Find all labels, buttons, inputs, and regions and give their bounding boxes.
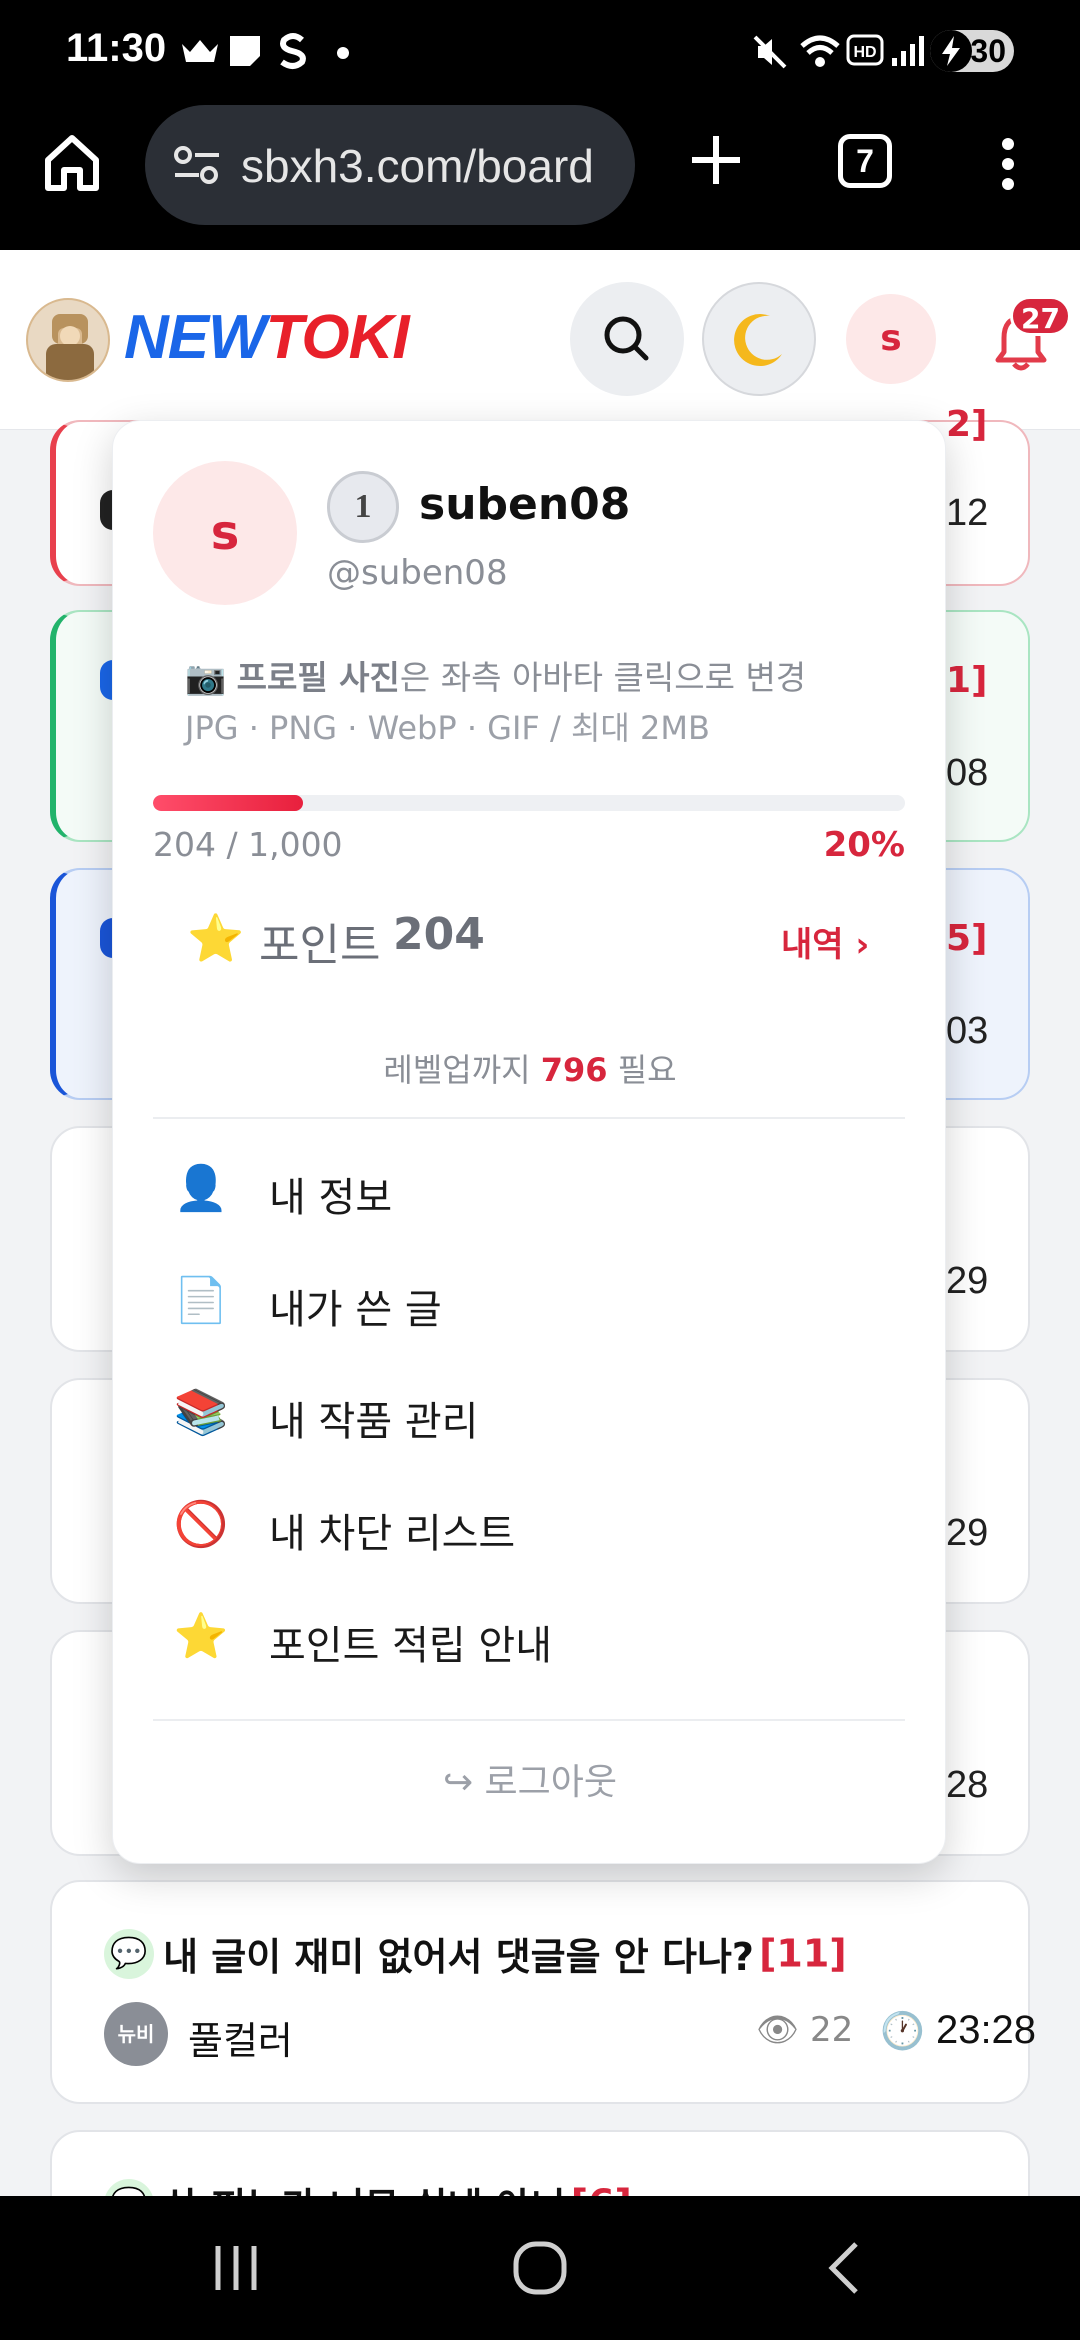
view-count: 👁 22: [756, 2010, 854, 2050]
progress-text: 204 / 1,000: [153, 825, 343, 864]
points-value: 204: [393, 909, 485, 960]
new-tab-icon[interactable]: [688, 132, 744, 188]
home-icon[interactable]: [40, 130, 104, 194]
menu-item-label: 내가 쓴 글: [269, 1287, 442, 1333]
hd-icon: HD: [846, 34, 884, 66]
level-progress-bar: [153, 795, 905, 811]
comment-count: [11]: [759, 1931, 847, 1976]
clock-icon: 🕐: [880, 2010, 925, 2051]
note-icon: [230, 36, 260, 66]
dark-mode-toggle[interactable]: [702, 282, 816, 396]
comment-count-peek: 2]: [946, 404, 988, 445]
address-bar[interactable]: sbxh3.com/board: [145, 105, 635, 225]
site-settings-icon[interactable]: [171, 143, 223, 187]
progress-percent: 20%: [823, 825, 905, 865]
divider: [153, 1719, 905, 1721]
post-meta: 뉴비 풀컬러 👁 22 🕐 23:28: [104, 2002, 1036, 2066]
time-peek: 28: [946, 1764, 989, 1806]
battery-level: 30: [970, 33, 1006, 69]
mute-icon: [753, 35, 787, 69]
level-badge: 1: [327, 471, 399, 543]
points-label: 포인트: [259, 920, 381, 971]
menu-item-my-posts[interactable]: 📄 내가 쓴 글: [173, 1263, 893, 1343]
comment-bubble-icon: 💬: [104, 1928, 154, 1979]
profile-handle: @suben08: [327, 553, 508, 593]
prohibited-icon: 🚫: [173, 1499, 229, 1550]
home-nav-icon[interactable]: [512, 2240, 568, 2296]
moon-icon: [734, 314, 782, 367]
logout-button[interactable]: ↪ 로그아웃: [113, 1753, 947, 1805]
status-bar: 11:30 HD 30: [0, 0, 1080, 100]
post-author[interactable]: 풀컬러: [188, 2010, 293, 2065]
system-nav-bar: [0, 2196, 1080, 2340]
dot-icon: [337, 47, 349, 59]
svg-text:HD: HD: [853, 44, 876, 61]
user-avatar-button[interactable]: s: [846, 294, 936, 384]
browser-toolbar: sbxh3.com/board 7: [0, 100, 1080, 250]
back-icon[interactable]: [824, 2240, 864, 2296]
divider: [153, 1117, 905, 1119]
menu-item-label: 내 차단 리스트: [269, 1511, 516, 1557]
points-history-link[interactable]: 내역 ›: [781, 917, 869, 966]
time-peek: 03: [946, 1010, 989, 1052]
comment-count-peek: 1]: [946, 660, 988, 701]
notification-count-badge: 27: [1010, 296, 1071, 336]
comment-count-peek: 5]: [946, 918, 988, 959]
wifi-icon: [800, 35, 840, 67]
time-peek: 29: [946, 1512, 989, 1554]
tab-switcher-button[interactable]: 7: [838, 134, 892, 188]
points-row: ⭐ 포인트 204 내역 ›: [187, 907, 907, 977]
post-title-row: 💬 내 글이 재미 없어서 댓글을 안 다나? [11]: [104, 1926, 847, 1981]
menu-item-my-info[interactable]: 👤 내 정보: [173, 1151, 893, 1231]
post-time: 🕐 23:28: [880, 2008, 1037, 2052]
recent-apps-icon[interactable]: [210, 2240, 262, 2296]
star-icon: ⭐: [173, 1611, 229, 1662]
menu-item-label: 내 작품 관리: [269, 1399, 479, 1445]
menu-item-label: 포인트 적립 안내: [269, 1623, 553, 1669]
level-progress-fill: [153, 795, 304, 811]
signal-icon: [892, 36, 924, 66]
battery-indicator: 30: [930, 30, 1014, 72]
time-peek: 12: [946, 492, 989, 534]
eye-icon: 👁: [756, 2010, 800, 2050]
photo-hint: 📷 프로필 사진은 좌측 아바타 클릭으로 변경: [185, 658, 807, 697]
camera-icon: 📷: [185, 658, 227, 697]
profile-avatar[interactable]: s: [153, 461, 297, 605]
document-icon: 📄: [173, 1275, 229, 1326]
user-icon: 👤: [173, 1163, 229, 1214]
site-header: NEWTOKI s: [0, 250, 1080, 430]
post-title[interactable]: 내 글이 재미 없어서 댓글을 안 다나?: [163, 1935, 754, 1979]
levelup-hint: 레벨업까지 796 필요: [383, 1051, 677, 1089]
star-icon: ⭐: [187, 911, 245, 965]
time-peek: 29: [946, 1260, 989, 1302]
menu-item-label: 내 정보: [269, 1175, 393, 1221]
site-logo[interactable]: NEWTOKI: [124, 302, 410, 373]
charging-icon: [930, 30, 972, 72]
photo-formats: JPG · PNG · WebP · GIF / 최대 2MB: [185, 709, 710, 747]
books-icon: 📚: [173, 1387, 229, 1438]
url-text: sbxh3.com/board: [241, 140, 594, 192]
search-icon: [604, 316, 649, 361]
app-s-icon: [280, 33, 306, 69]
time-peek: 08: [946, 752, 989, 794]
rank-badge: 뉴비: [104, 2002, 168, 2066]
logo-mascot-icon[interactable]: [26, 298, 110, 382]
menu-item-my-works[interactable]: 📚 내 작품 관리: [173, 1375, 893, 1455]
more-menu-icon[interactable]: [996, 136, 1020, 192]
profile-username: suben08: [419, 479, 631, 530]
status-time: 11:30: [66, 26, 167, 70]
search-button[interactable]: [570, 282, 684, 396]
profile-dropdown: s 1 suben08 @suben08 📷 프로필 사진은 좌측 아바타 클릭…: [112, 420, 946, 1864]
post-card[interactable]: 💬 내 글이 재미 없어서 댓글을 안 다나? [11] 뉴비 풀컬러 👁 22…: [50, 1880, 1036, 2104]
menu-item-block-list[interactable]: 🚫 내 차단 리스트: [173, 1487, 893, 1567]
menu-item-points-guide[interactable]: ⭐ 포인트 적립 안내: [173, 1599, 893, 1679]
crown-icon: [182, 40, 218, 62]
